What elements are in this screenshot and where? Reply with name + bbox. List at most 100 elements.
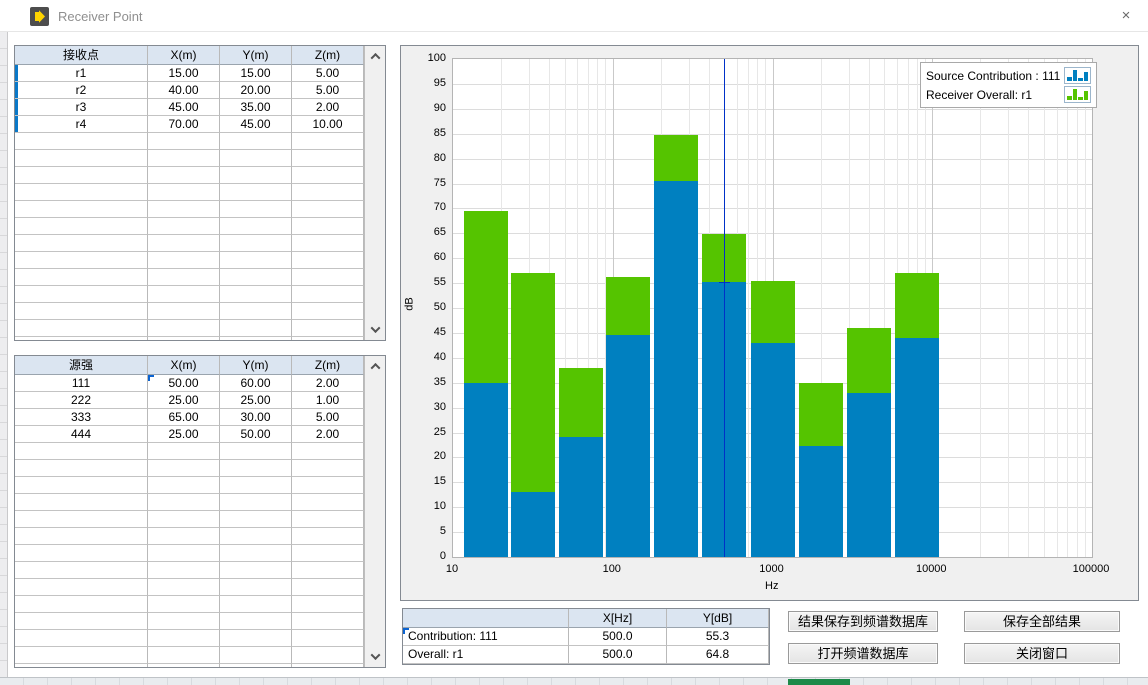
- empty-cell[interactable]: [15, 184, 148, 201]
- empty-cell[interactable]: [148, 252, 220, 269]
- empty-cell[interactable]: [292, 443, 364, 460]
- close-window-button[interactable]: 关闭窗口: [964, 643, 1120, 664]
- empty-cell[interactable]: [292, 218, 364, 235]
- table-row[interactable]: r240.0020.005.00: [15, 82, 364, 99]
- empty-cell[interactable]: [148, 613, 220, 630]
- empty-cell[interactable]: [15, 167, 148, 184]
- empty-cell[interactable]: [148, 235, 220, 252]
- empty-cell[interactable]: [220, 218, 292, 235]
- empty-cell[interactable]: [15, 528, 148, 545]
- table-row[interactable]: 22225.0025.001.00: [15, 392, 364, 409]
- empty-cell[interactable]: [15, 201, 148, 218]
- empty-cell[interactable]: [15, 269, 148, 286]
- empty-cell[interactable]: [292, 579, 364, 596]
- empty-cell[interactable]: [148, 511, 220, 528]
- empty-table-row[interactable]: [15, 167, 364, 184]
- empty-cell[interactable]: [15, 477, 148, 494]
- empty-cell[interactable]: [15, 235, 148, 252]
- empty-cell[interactable]: [220, 133, 292, 150]
- empty-cell[interactable]: [220, 320, 292, 337]
- empty-table-row[interactable]: [15, 269, 364, 286]
- empty-cell[interactable]: [148, 167, 220, 184]
- table-cell[interactable]: 333: [15, 409, 148, 426]
- table-cell[interactable]: 10.00: [292, 116, 364, 133]
- empty-cell[interactable]: [15, 133, 148, 150]
- empty-table-row[interactable]: [15, 545, 364, 562]
- empty-cell[interactable]: [220, 269, 292, 286]
- save-all-results-button[interactable]: 保存全部结果: [964, 611, 1120, 632]
- table-cell[interactable]: 2.00: [292, 99, 364, 116]
- empty-cell[interactable]: [15, 630, 148, 647]
- empty-table-row[interactable]: [15, 613, 364, 630]
- table-cell[interactable]: 2.00: [292, 426, 364, 443]
- empty-table-row[interactable]: [15, 596, 364, 613]
- table-cell[interactable]: 5.00: [292, 409, 364, 426]
- empty-table-row[interactable]: [15, 579, 364, 596]
- cursor-result-table[interactable]: X[Hz]Y[dB]Contribution: 111500.055.3Over…: [403, 609, 769, 664]
- empty-cell[interactable]: [15, 596, 148, 613]
- table-cell[interactable]: 60.00: [220, 375, 292, 392]
- empty-cell[interactable]: [292, 252, 364, 269]
- empty-cell[interactable]: [220, 150, 292, 167]
- empty-table-row[interactable]: [15, 511, 364, 528]
- empty-cell[interactable]: [220, 252, 292, 269]
- scroll-down-icon[interactable]: [365, 321, 385, 338]
- empty-cell[interactable]: [220, 664, 292, 667]
- table-cell[interactable]: 25.00: [148, 426, 220, 443]
- empty-cell[interactable]: [292, 269, 364, 286]
- empty-cell[interactable]: [15, 664, 148, 667]
- empty-cell[interactable]: [148, 528, 220, 545]
- table-cell[interactable]: 222: [15, 392, 148, 409]
- table-cell[interactable]: 111: [15, 375, 148, 392]
- contribution-bar[interactable]: [464, 383, 508, 557]
- empty-cell[interactable]: [292, 337, 364, 340]
- empty-cell[interactable]: [292, 167, 364, 184]
- empty-cell[interactable]: [292, 596, 364, 613]
- table-row[interactable]: 11150.0060.002.00: [15, 375, 364, 392]
- chart-cursor-line[interactable]: [724, 59, 725, 557]
- result-cell[interactable]: 55.3: [667, 628, 769, 646]
- save-results-to-spectrum-db-button[interactable]: 结果保存到频谱数据库: [788, 611, 938, 632]
- table-cell[interactable]: 30.00: [220, 409, 292, 426]
- empty-cell[interactable]: [148, 596, 220, 613]
- contribution-bar[interactable]: [606, 335, 650, 557]
- empty-table-row[interactable]: [15, 286, 364, 303]
- empty-cell[interactable]: [15, 494, 148, 511]
- overall-bar[interactable]: [559, 368, 603, 438]
- contribution-bar[interactable]: [511, 492, 555, 557]
- empty-cell[interactable]: [148, 664, 220, 667]
- empty-cell[interactable]: [220, 562, 292, 579]
- empty-table-row[interactable]: [15, 184, 364, 201]
- table-cell[interactable]: 45.00: [220, 116, 292, 133]
- empty-table-row[interactable]: [15, 528, 364, 545]
- contribution-bar[interactable]: [847, 393, 891, 557]
- overall-bar[interactable]: [847, 328, 891, 393]
- empty-cell[interactable]: [148, 320, 220, 337]
- contribution-bar[interactable]: [654, 181, 698, 557]
- result-cell[interactable]: Contribution: 111: [403, 628, 569, 646]
- table-cell[interactable]: 35.00: [220, 99, 292, 116]
- empty-cell[interactable]: [148, 630, 220, 647]
- empty-table-row[interactable]: [15, 320, 364, 337]
- empty-cell[interactable]: [15, 460, 148, 477]
- empty-table-row[interactable]: [15, 201, 364, 218]
- result-cell[interactable]: 500.0: [569, 646, 667, 664]
- table-row[interactable]: 44425.0050.002.00: [15, 426, 364, 443]
- empty-cell[interactable]: [15, 286, 148, 303]
- empty-cell[interactable]: [15, 150, 148, 167]
- empty-cell[interactable]: [292, 494, 364, 511]
- empty-cell[interactable]: [220, 303, 292, 320]
- empty-cell[interactable]: [220, 167, 292, 184]
- empty-cell[interactable]: [148, 477, 220, 494]
- empty-table-row[interactable]: [15, 150, 364, 167]
- empty-cell[interactable]: [148, 201, 220, 218]
- empty-cell[interactable]: [292, 133, 364, 150]
- contribution-bar[interactable]: [799, 446, 843, 557]
- empty-cell[interactable]: [15, 320, 148, 337]
- empty-table-row[interactable]: [15, 630, 364, 647]
- empty-cell[interactable]: [220, 545, 292, 562]
- empty-cell[interactable]: [15, 218, 148, 235]
- receiver-table-scrollbar[interactable]: [364, 46, 385, 340]
- empty-table-row[interactable]: [15, 477, 364, 494]
- empty-cell[interactable]: [292, 613, 364, 630]
